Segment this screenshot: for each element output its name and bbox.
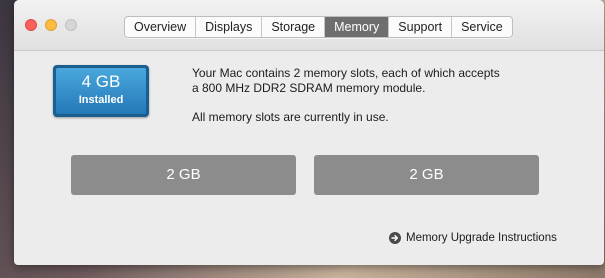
memory-total-badge: 4 GB Installed — [53, 65, 149, 117]
memory-total-badge-inner: 4 GB Installed — [56, 68, 146, 114]
tab-memory[interactable]: Memory — [325, 17, 390, 37]
tab-bar: Overview Displays Storage Memory Support… — [124, 16, 513, 38]
zoom-window-button[interactable] — [65, 19, 77, 31]
memory-description-line-1: Your Mac contains 2 memory slots, each o… — [192, 66, 500, 80]
memory-slot-1: 2 GB — [71, 155, 296, 195]
arrow-circle-right-icon — [389, 232, 401, 244]
minimize-window-button[interactable] — [45, 19, 57, 31]
memory-upgrade-instructions-link[interactable]: Memory Upgrade Instructions — [389, 232, 557, 244]
memory-slot-2: 2 GB — [314, 155, 539, 195]
memory-panel: 4 GB Installed Your Mac contains 2 memor… — [14, 51, 604, 265]
tab-service[interactable]: Service — [452, 17, 512, 37]
memory-total-label: Installed — [78, 94, 124, 106]
memory-upgrade-instructions-label: Memory Upgrade Instructions — [406, 232, 557, 244]
tab-overview[interactable]: Overview — [125, 17, 197, 37]
title-bar: Overview Displays Storage Memory Support… — [14, 0, 604, 51]
tab-storage[interactable]: Storage — [262, 17, 326, 37]
memory-description: Your Mac contains 2 memory slots, each o… — [192, 66, 572, 125]
close-window-button[interactable] — [25, 19, 37, 31]
tab-support[interactable]: Support — [389, 17, 453, 37]
memory-total-value: 4 GB — [81, 72, 121, 91]
memory-description-line-2: a 800 MHz DDR2 SDRAM memory module. — [192, 81, 426, 95]
memory-status-text: All memory slots are currently in use. — [192, 110, 389, 124]
about-this-mac-window: Overview Displays Storage Memory Support… — [14, 0, 604, 265]
tab-displays[interactable]: Displays — [196, 17, 263, 37]
